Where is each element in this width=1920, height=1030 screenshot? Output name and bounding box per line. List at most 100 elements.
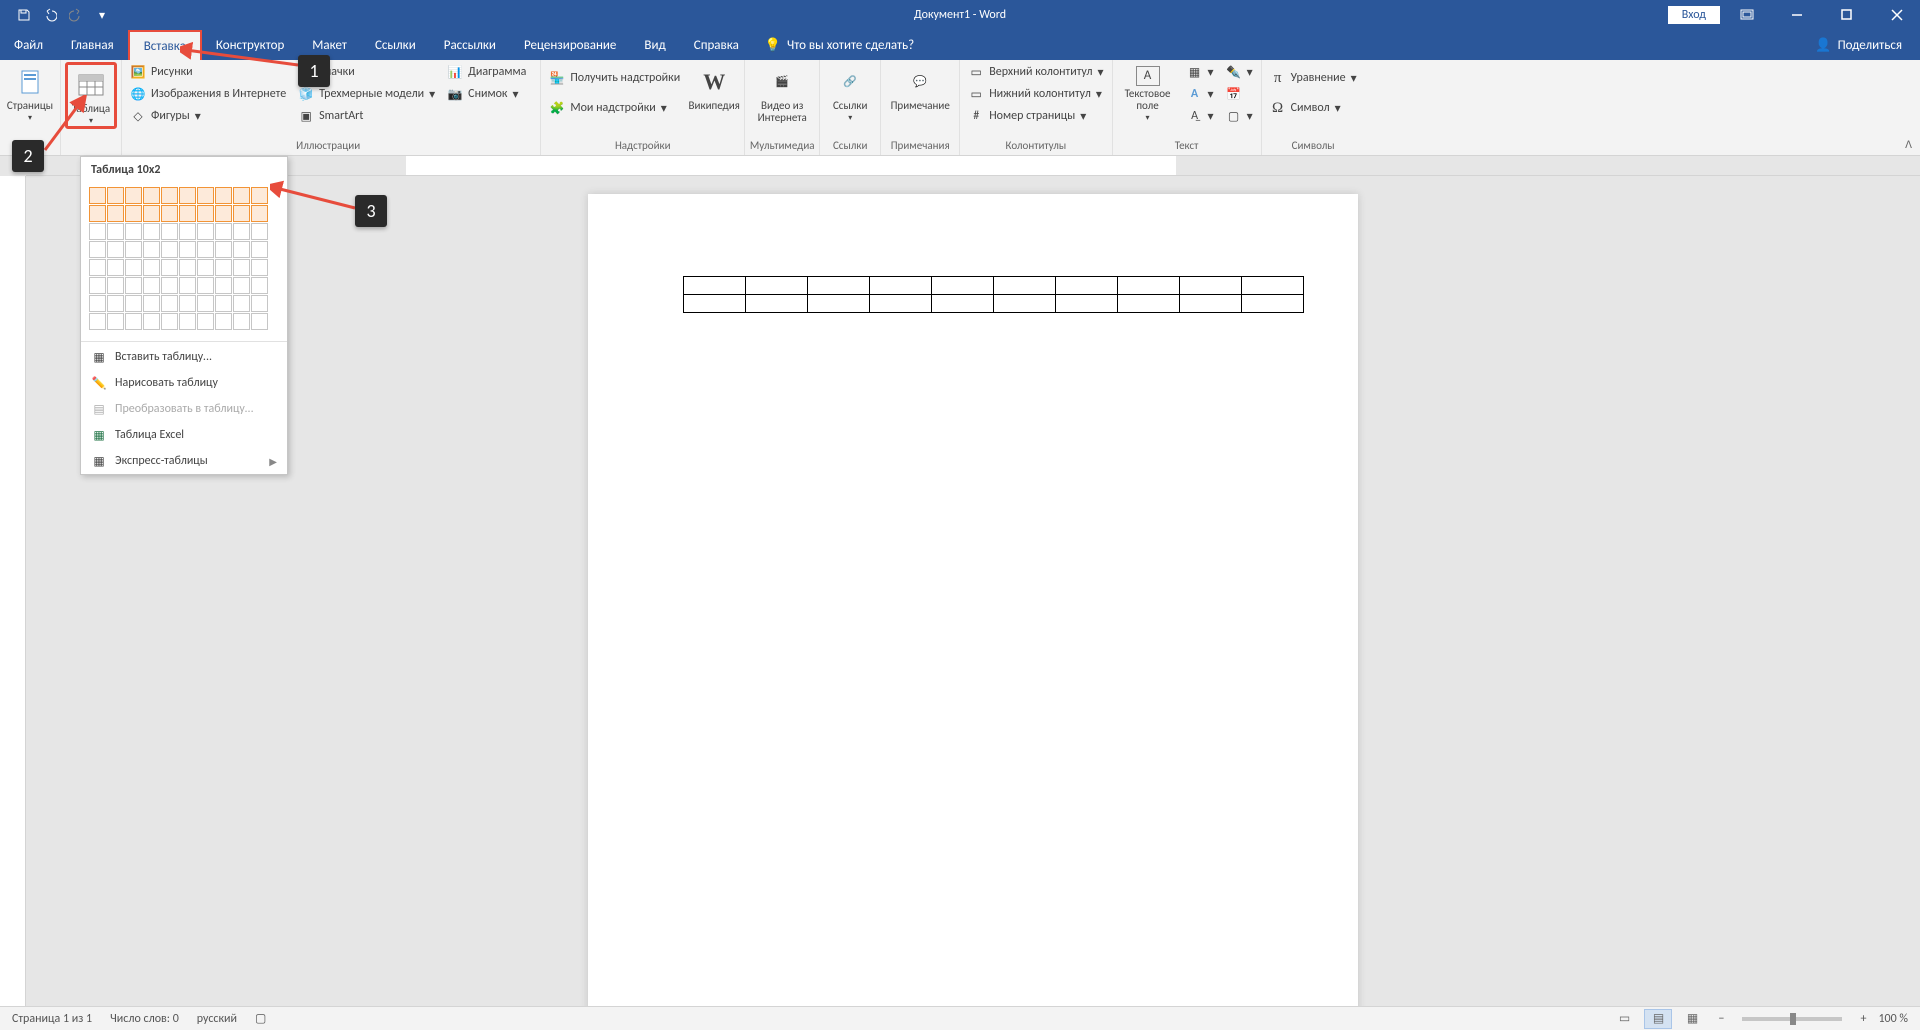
my-addins-button[interactable]: 🧩Мои надстройки ▾ (545, 98, 684, 118)
table-grid-cell[interactable] (125, 223, 142, 240)
table-grid-cell[interactable] (179, 259, 196, 276)
table-grid-cell[interactable] (89, 187, 106, 204)
table-grid-cell[interactable] (251, 205, 268, 222)
table-grid-cell[interactable] (143, 187, 160, 204)
macro-record-icon[interactable]: ▢ (255, 1011, 266, 1026)
text-box-button[interactable]: A Текстовое поле ▾ (1117, 62, 1179, 123)
horizontal-ruler[interactable] (26, 156, 1920, 176)
table-grid-cell[interactable] (179, 223, 196, 240)
pictures-button[interactable]: 🖼️Рисунки (126, 62, 290, 82)
table-grid-cell[interactable] (161, 241, 178, 258)
table-grid-cell[interactable] (143, 241, 160, 258)
symbol-button[interactable]: ΩСимвол ▾ (1266, 98, 1361, 118)
table-grid-cell[interactable] (125, 259, 142, 276)
table-grid-cell[interactable] (251, 241, 268, 258)
table-grid-cell[interactable] (107, 241, 124, 258)
signature-button[interactable]: ✒️▾ (1222, 62, 1257, 82)
excel-table-item[interactable]: ▦Таблица Excel (81, 422, 287, 448)
table-grid-cell[interactable] (251, 295, 268, 312)
table-grid-cell[interactable] (125, 277, 142, 294)
table-grid-cell[interactable] (89, 205, 106, 222)
draw-table-item[interactable]: ✏️Нарисовать таблицу (81, 370, 287, 396)
tab-home[interactable]: Главная (57, 30, 128, 60)
table-grid-cell[interactable] (161, 313, 178, 330)
table-grid-cell[interactable] (89, 223, 106, 240)
table-grid-cell[interactable] (251, 187, 268, 204)
tell-me-search[interactable]: 💡 Что вы хотите сделать? (765, 30, 914, 60)
table-grid-cell[interactable] (107, 277, 124, 294)
inserted-table[interactable] (683, 276, 1304, 313)
table-grid-cell[interactable] (179, 313, 196, 330)
table-grid-cell[interactable] (179, 187, 196, 204)
table-grid-cell[interactable] (107, 295, 124, 312)
login-button[interactable]: Вход (1668, 6, 1720, 24)
table-grid-cell[interactable] (215, 223, 232, 240)
status-word-count[interactable]: Число слов: 0 (110, 1012, 179, 1026)
table-grid-cell[interactable] (143, 295, 160, 312)
table-grid-cell[interactable] (197, 313, 214, 330)
table-grid-cell[interactable] (233, 205, 250, 222)
table-grid-cell[interactable] (233, 313, 250, 330)
page[interactable] (588, 194, 1358, 1006)
table-grid-cell[interactable] (107, 313, 124, 330)
table-grid-cell[interactable] (179, 205, 196, 222)
table-grid-cell[interactable] (233, 187, 250, 204)
object-button[interactable]: ▢▾ (1222, 106, 1257, 126)
table-grid-cell[interactable] (197, 277, 214, 294)
table-grid-cell[interactable] (215, 241, 232, 258)
table-grid-cell[interactable] (89, 295, 106, 312)
table-grid-cell[interactable] (197, 259, 214, 276)
table-grid-cell[interactable] (161, 187, 178, 204)
shapes-button[interactable]: ◇Фигуры ▾ (126, 106, 290, 126)
comment-button[interactable]: 💬 Примечание (885, 62, 955, 112)
datetime-button[interactable]: 📅 (1222, 84, 1257, 104)
table-grid-cell[interactable] (143, 277, 160, 294)
table-grid-cell[interactable] (125, 187, 142, 204)
pages-button[interactable]: Страницы ▾ (4, 62, 56, 123)
table-grid-cell[interactable] (143, 205, 160, 222)
table-grid-cell[interactable] (125, 241, 142, 258)
redo-icon[interactable] (64, 3, 88, 27)
save-icon[interactable] (12, 3, 36, 27)
table-grid-cell[interactable] (251, 277, 268, 294)
table-grid-cell[interactable] (251, 313, 268, 330)
customize-qat-icon[interactable]: ▾ (90, 3, 114, 27)
table-grid-cell[interactable] (161, 259, 178, 276)
table-grid-cell[interactable] (107, 259, 124, 276)
tab-view[interactable]: Вид (630, 30, 679, 60)
table-grid-cell[interactable] (215, 277, 232, 294)
table-grid-cell[interactable] (233, 259, 250, 276)
table-grid-cell[interactable] (179, 295, 196, 312)
table-grid-cell[interactable] (197, 187, 214, 204)
smartart-button[interactable]: ▣SmartArt (294, 106, 439, 126)
status-language[interactable]: русский (197, 1012, 237, 1026)
close-button[interactable] (1874, 0, 1920, 30)
tab-review[interactable]: Рецензирование (510, 30, 630, 60)
wikipedia-button[interactable]: W Википедия (688, 62, 740, 112)
tab-mailings[interactable]: Рассылки (430, 30, 510, 60)
zoom-slider[interactable] (1742, 1017, 1842, 1021)
table-row[interactable] (684, 277, 1304, 295)
table-grid-cell[interactable] (215, 295, 232, 312)
table-grid-cell[interactable] (125, 295, 142, 312)
footer-button[interactable]: ▭Нижний колонтитул ▾ (964, 84, 1107, 104)
online-pictures-button[interactable]: 🌐Изображения в Интернете (126, 84, 290, 104)
tab-references[interactable]: Ссылки (361, 30, 430, 60)
table-grid-cell[interactable] (143, 259, 160, 276)
tab-file[interactable]: Файл (0, 30, 57, 60)
table-grid-cell[interactable] (179, 277, 196, 294)
tab-help[interactable]: Справка (680, 30, 753, 60)
quick-parts-button[interactable]: ▦▾ (1183, 62, 1218, 82)
links-button[interactable]: 🔗 Ссылки ▾ (824, 62, 876, 123)
table-grid-cell[interactable] (161, 223, 178, 240)
share-button[interactable]: 👤 Поделиться (1815, 30, 1920, 60)
table-grid-cell[interactable] (143, 223, 160, 240)
table-grid-cell[interactable] (143, 313, 160, 330)
vertical-ruler[interactable] (0, 176, 26, 1006)
equation-button[interactable]: πУравнение ▾ (1266, 68, 1361, 88)
zoom-level[interactable]: 100 % (1878, 1012, 1908, 1026)
table-grid-cell[interactable] (161, 205, 178, 222)
table-grid-cell[interactable] (197, 223, 214, 240)
table-grid-cell[interactable] (89, 241, 106, 258)
maximize-button[interactable] (1824, 0, 1870, 30)
